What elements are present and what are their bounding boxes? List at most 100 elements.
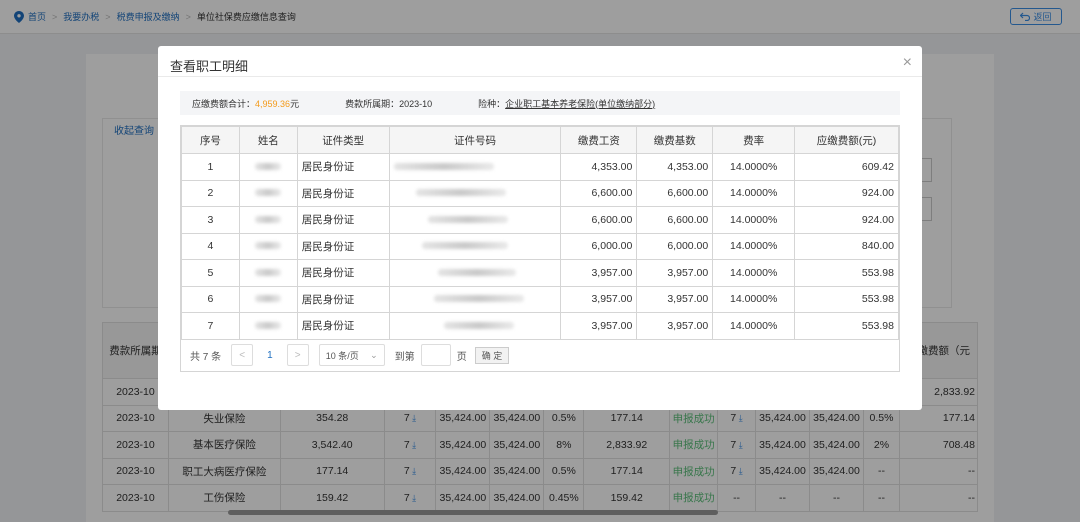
- page-number-1[interactable]: 1: [267, 350, 273, 361]
- prev-page-button[interactable]: <: [231, 344, 254, 366]
- cell-amount: 609.42: [794, 153, 899, 181]
- table-row: 6 居民身份证 3,957.00 3,957.00 14.0000% 553.98: [181, 285, 899, 313]
- masked-text: [255, 268, 282, 276]
- cell-wage: 3,957.00: [560, 312, 638, 340]
- masked-text: [255, 321, 282, 329]
- cell-base: 4,353.00: [636, 153, 714, 181]
- page-label: 页: [456, 351, 467, 363]
- cell-name-masked: [238, 259, 298, 287]
- chevron-right-icon: >: [294, 349, 301, 361]
- cell-id-number-masked: [388, 259, 562, 287]
- table-row: 5 居民身份证 3,957.00 3,957.00 14.0000% 553.98: [181, 259, 899, 287]
- cell-no: 5: [181, 259, 240, 287]
- cell-wage: 4,353.00: [560, 153, 638, 181]
- chevron-left-icon: <: [239, 349, 246, 361]
- column-header: 费率: [712, 126, 796, 154]
- cell-name-masked: [238, 179, 298, 207]
- cell-id-type: 居民身份证: [296, 179, 390, 207]
- goto-label: 到第: [394, 351, 415, 363]
- cell-id-number-masked: [388, 153, 562, 181]
- cell-id-type: 居民身份证: [296, 259, 390, 287]
- cell-rate: 14.0000%: [712, 179, 796, 207]
- column-header: 证件类型: [296, 126, 390, 154]
- cell-amount: 924.00: [794, 179, 899, 207]
- cell-no: 3: [181, 206, 240, 234]
- cell-base: 3,957.00: [636, 259, 714, 287]
- cell-amount: 553.98: [794, 285, 899, 313]
- summary-total: 应缴费额合计：4,959.36元: [192, 98, 300, 109]
- cell-id-number-masked: [388, 312, 562, 340]
- total-amount: 4,959.36: [255, 98, 291, 109]
- column-header: 序号: [181, 126, 240, 154]
- column-header: 姓名: [238, 126, 298, 154]
- total-count: 共 7 条: [190, 351, 222, 363]
- masked-text: [437, 268, 516, 276]
- masked-text: [443, 321, 514, 329]
- masked-text: [255, 162, 282, 170]
- masked-text: [433, 295, 524, 303]
- cell-wage: 6,600.00: [560, 179, 638, 207]
- cell-base: 3,957.00: [636, 285, 714, 313]
- summary-period: 费款所属期：2023-10: [345, 98, 433, 109]
- confirm-goto-button[interactable]: 确 定: [474, 346, 510, 364]
- cell-id-type: 居民身份证: [296, 312, 390, 340]
- column-header: 缴费基数: [636, 126, 714, 154]
- masked-text: [255, 189, 282, 197]
- cell-rate: 14.0000%: [712, 232, 796, 260]
- cell-id-number-masked: [388, 285, 562, 313]
- cell-id-number-masked: [388, 179, 562, 207]
- divider: [158, 76, 922, 77]
- page-size-select[interactable]: 10 条/页 ⌄: [318, 344, 385, 366]
- pagination: 共 7 条 < 1 > 10 条/页 ⌄ 到第 页 确 定: [181, 340, 899, 371]
- masked-text: [255, 215, 282, 223]
- cell-amount: 553.98: [794, 312, 899, 340]
- cell-no: 6: [181, 285, 240, 313]
- cell-id-type: 居民身份证: [296, 285, 390, 313]
- cell-base: 6,600.00: [636, 179, 714, 207]
- cell-base: 6,000.00: [636, 232, 714, 260]
- summary-insurance: 险种：企业职工基本养老保险(单位缴纳部分): [478, 98, 656, 109]
- cell-amount: 924.00: [794, 206, 899, 234]
- close-icon[interactable]: ×: [903, 54, 912, 72]
- cell-amount: 840.00: [794, 232, 899, 260]
- cell-no: 4: [181, 232, 240, 260]
- masked-text: [255, 242, 282, 250]
- cell-rate: 14.0000%: [712, 206, 796, 234]
- cell-name-masked: [238, 285, 298, 313]
- cell-rate: 14.0000%: [712, 285, 796, 313]
- table-row: 7 居民身份证 3,957.00 3,957.00 14.0000% 553.98: [181, 312, 899, 340]
- cell-name-masked: [238, 153, 298, 181]
- table-row: 3 居民身份证 6,600.00 6,600.00 14.0000% 924.00: [181, 206, 899, 234]
- cell-rate: 14.0000%: [712, 259, 796, 287]
- cell-name-masked: [238, 312, 298, 340]
- cell-name-masked: [238, 232, 298, 260]
- cell-id-type: 居民身份证: [296, 153, 390, 181]
- summary-bar: 应缴费额合计：4,959.36元 费款所属期：2023-10 险种：企业职工基本…: [180, 91, 900, 115]
- masked-text: [421, 242, 508, 250]
- table-row: 2 居民身份证 6,600.00 6,600.00 14.0000% 924.00: [181, 179, 899, 207]
- employee-table-wrapper: 序号 姓名 证件类型 证件号码 缴费工资 缴费基数 费率 应缴费额(元) 1 居民身份证 4,35…: [180, 125, 900, 372]
- cell-amount: 553.98: [794, 259, 899, 287]
- table-row: 4 居民身份证 6,000.00 6,000.00 14.0000% 840.00: [181, 232, 899, 260]
- cell-base: 6,600.00: [636, 206, 714, 234]
- goto-page-input[interactable]: [420, 344, 451, 366]
- cell-no: 1: [181, 153, 240, 181]
- next-page-button[interactable]: >: [286, 344, 309, 366]
- cell-wage: 6,000.00: [560, 232, 638, 260]
- employee-detail-modal: 查看职工明细 × 应缴费额合计：4,959.36元 费款所属期：2023-10 …: [158, 46, 922, 410]
- cell-id-type: 居民身份证: [296, 206, 390, 234]
- cell-id-type: 居民身份证: [296, 232, 390, 260]
- table-row: 1 居民身份证 4,353.00 4,353.00 14.0000% 609.42: [181, 153, 899, 181]
- cell-rate: 14.0000%: [712, 153, 796, 181]
- employee-table: 序号 姓名 证件类型 证件号码 缴费工资 缴费基数 费率 应缴费额(元) 1 居民身份证 4,35…: [181, 126, 899, 340]
- cell-no: 7: [181, 312, 240, 340]
- masked-text: [255, 295, 282, 303]
- chevron-down-icon: ⌄: [370, 349, 378, 360]
- cell-wage: 3,957.00: [560, 259, 638, 287]
- column-header: 缴费工资: [560, 126, 638, 154]
- modal-title: 查看职工明细: [170, 59, 249, 74]
- cell-no: 2: [181, 179, 240, 207]
- cell-id-number-masked: [388, 232, 562, 260]
- column-header: 证件号码: [388, 126, 562, 154]
- column-header: 应缴费额(元): [794, 126, 899, 154]
